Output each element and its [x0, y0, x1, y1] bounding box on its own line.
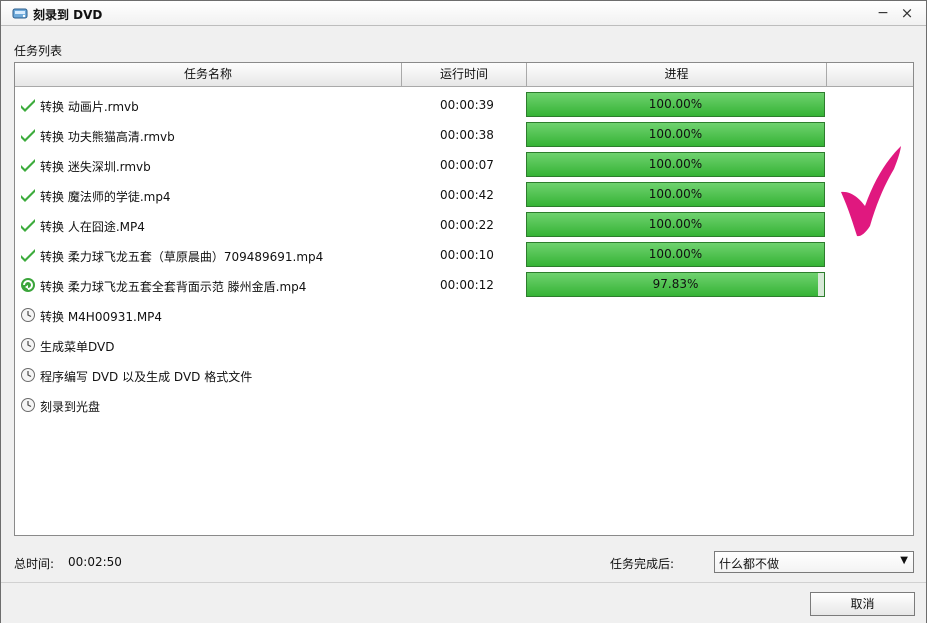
clock-icon [20, 337, 36, 353]
check-icon [20, 217, 36, 233]
check-icon [20, 97, 36, 113]
cancel-button[interactable]: 取消 [810, 592, 915, 616]
clock-icon [20, 397, 36, 413]
table-row[interactable]: 转换 柔力球飞龙五套全套背面示范 滕州金盾.mp4 00:00:12 97.83% [15, 270, 913, 300]
progress-bar: 100.00% [526, 152, 825, 177]
check-icon [20, 127, 36, 143]
minimize-button[interactable]: − [874, 5, 892, 21]
task-name: 转换 柔力球飞龙五套全套背面示范 滕州金盾.mp4 [40, 280, 307, 294]
progress-bar: 100.00% [526, 242, 825, 267]
task-name: 刻录到光盘 [40, 400, 101, 414]
after-complete-label: 任务完成后: [610, 557, 675, 571]
table-header: 任务名称 运行时间 进程 [15, 63, 913, 87]
table-row[interactable]: 转换 功夫熊猫高清.rmvb 00:00:38 100.00% [15, 120, 913, 150]
clock-icon [20, 307, 36, 323]
task-name: 转换 柔力球飞龙五套（草原晨曲）709489691.mp4 [40, 250, 324, 264]
task-run-time: 00:00:38 [440, 128, 494, 142]
progress-text: 100.00% [648, 217, 703, 231]
progress-text: 100.00% [648, 127, 703, 141]
table-row[interactable]: 转换 柔力球飞龙五套（草原晨曲）709489691.mp4 00:00:10 100… [15, 240, 913, 270]
task-run-time: 00:00:42 [440, 188, 494, 202]
title-bar: 刻录到 DVD − × [1, 1, 926, 26]
dvd-icon [12, 8, 28, 19]
task-run-time: 00:00:22 [440, 218, 494, 232]
table-row[interactable]: 转换 动画片.rmvb 00:00:39 100.00% [15, 90, 913, 120]
dvd-burn-window: 刻录到 DVD − × 任务列表 任务名称 运行时间 进程 转换 动画片.rmv… [0, 0, 927, 623]
check-icon [20, 187, 36, 203]
task-run-time: 00:00:39 [440, 98, 494, 112]
table-row[interactable]: 转换 人在囧途.MP4 00:00:22 100.00% [15, 210, 913, 240]
large-check-icon [841, 146, 901, 237]
table-row[interactable]: 程序编写 DVD 以及生成 DVD 格式文件 [15, 360, 913, 390]
header-extra[interactable] [827, 63, 913, 87]
after-complete-select[interactable]: 什么都不做 ▼ [714, 551, 914, 573]
table-row[interactable]: 转换 M4H00931.MP4 [15, 300, 913, 330]
task-name: 程序编写 DVD 以及生成 DVD 格式文件 [40, 370, 253, 384]
task-name: 转换 M4H00931.MP4 [40, 310, 163, 324]
task-name: 生成菜单DVD [40, 340, 115, 354]
progress-text: 100.00% [648, 247, 703, 261]
dropdown-arrow-icon: ▼ [900, 555, 908, 566]
total-time-label: 总时间: [14, 557, 55, 571]
check-icon [20, 157, 36, 173]
close-button[interactable]: × [898, 5, 916, 21]
progress-text: 100.00% [648, 157, 703, 171]
clock-icon [20, 367, 36, 383]
window-title: 刻录到 DVD [33, 8, 103, 22]
header-run-time[interactable]: 运行时间 [402, 63, 527, 87]
header-progress[interactable]: 进程 [527, 63, 827, 87]
refresh-icon [20, 277, 36, 293]
task-name: 转换 人在囧途.MP4 [40, 220, 145, 234]
task-table: 任务名称 运行时间 进程 转换 动画片.rmvb 00:00:39 100.00% 转… [14, 62, 914, 536]
progress-text: 100.00% [648, 97, 703, 111]
progress-bar: 100.00% [526, 212, 825, 237]
task-run-time: 00:00:07 [440, 158, 494, 172]
progress-bar: 100.00% [526, 122, 825, 147]
task-name: 转换 迷失深圳.rmvb [40, 160, 151, 174]
progress-text: 97.83% [652, 277, 699, 291]
task-name: 转换 魔法师的学徒.mp4 [40, 190, 171, 204]
table-row[interactable]: 刻录到光盘 [15, 390, 913, 420]
table-row[interactable]: 转换 迷失深圳.rmvb 00:00:07 100.00% [15, 150, 913, 180]
progress-bar: 100.00% [526, 92, 825, 117]
bottom-bar: 取消 [1, 582, 926, 623]
header-task-name[interactable]: 任务名称 [15, 63, 402, 87]
check-icon [20, 247, 36, 263]
task-run-time: 00:00:10 [440, 248, 494, 262]
progress-text: 100.00% [648, 187, 703, 201]
section-label: 任务列表 [14, 44, 63, 58]
task-name: 转换 功夫熊猫高清.rmvb [40, 130, 175, 144]
progress-bar: 100.00% [526, 182, 825, 207]
table-row[interactable]: 转换 魔法师的学徒.mp4 00:00:42 100.00% [15, 180, 913, 210]
table-row[interactable]: 生成菜单DVD [15, 330, 913, 360]
progress-bar: 97.83% [526, 272, 825, 297]
task-name: 转换 动画片.rmvb [40, 100, 139, 114]
after-complete-value: 什么都不做 [719, 557, 780, 571]
task-run-time: 00:00:12 [440, 278, 494, 292]
total-time-value: 00:02:50 [68, 555, 122, 569]
